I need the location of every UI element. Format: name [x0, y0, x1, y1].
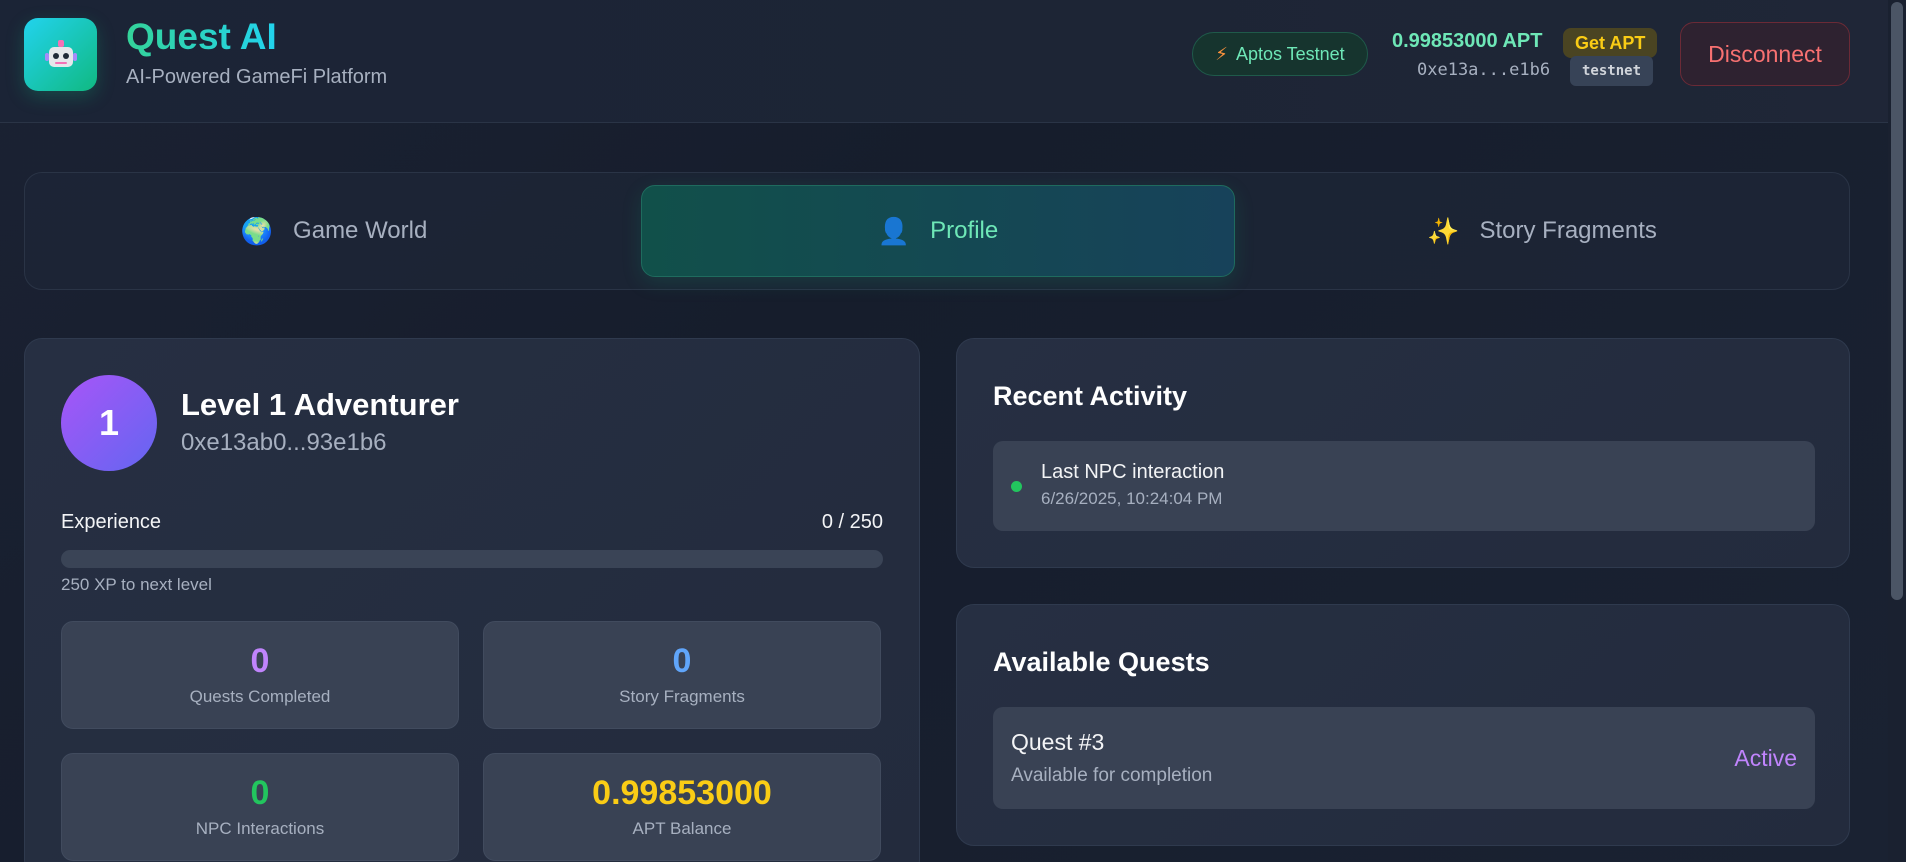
- stat-label: Story Fragments: [619, 686, 745, 706]
- sparkles-icon: ✨: [1427, 216, 1460, 246]
- level-avatar: 1: [61, 375, 157, 471]
- tab-label: Story Fragments: [1479, 217, 1657, 244]
- profile-address: 0xe13ab0...93e1b6: [181, 429, 387, 456]
- tab-label: Profile: [930, 217, 999, 244]
- user-icon: 👤: [877, 216, 911, 246]
- quest-status: Active: [1734, 745, 1797, 771]
- activity-item-title: Last NPC interaction: [1041, 461, 1225, 483]
- globe-icon: 🌍: [240, 216, 274, 246]
- experience-progress-bar: [61, 550, 883, 568]
- quest-title: Quest #3: [1011, 729, 1105, 755]
- disconnect-button[interactable]: Disconnect: [1680, 22, 1850, 86]
- profile-card: 1 Level 1 Adventurer 0xe13ab0...93e1b6 E…: [24, 338, 920, 862]
- tab-game-world[interactable]: 🌍 Game World: [37, 185, 631, 277]
- stat-npc-interactions: 0 NPC Interactions: [61, 753, 459, 861]
- tab-story-fragments[interactable]: ✨ Story Fragments: [1245, 185, 1839, 277]
- experience-label: Experience: [61, 511, 162, 533]
- network-badge: ⚡ Aptos Testnet: [1192, 32, 1368, 76]
- tab-profile[interactable]: 👤 Profile: [641, 185, 1235, 277]
- robot-logo-icon: [24, 18, 97, 91]
- stat-story-fragments: 0 Story Fragments: [483, 621, 881, 729]
- recent-activity-title: Recent Activity: [993, 381, 1188, 411]
- stat-label: APT Balance: [632, 818, 732, 838]
- stat-label: Quests Completed: [189, 686, 331, 706]
- activity-item-time: 6/26/2025, 10:24:04 PM: [1041, 489, 1223, 508]
- wallet-address: 0xe13a...e1b6: [1417, 60, 1551, 80]
- app-subtitle: AI-Powered GameFi Platform: [126, 66, 388, 88]
- activity-item: Last NPC interaction 6/26/2025, 10:24:04…: [993, 441, 1815, 531]
- available-quests-card: Available Quests Quest #3 Available for …: [956, 604, 1850, 846]
- network-tag: testnet: [1570, 56, 1654, 86]
- scrollbar-thumb[interactable]: [1891, 2, 1903, 600]
- stat-value: 0: [250, 774, 270, 813]
- quest-item[interactable]: Quest #3 Available for completion Active: [993, 707, 1815, 809]
- stat-quests-completed: 0 Quests Completed: [61, 621, 459, 729]
- app-header: Quest AI AI-Powered GameFi Platform ⚡ Ap…: [0, 0, 1888, 123]
- stat-label: NPC Interactions: [195, 818, 325, 838]
- get-apt-button[interactable]: Get APT: [1563, 28, 1658, 58]
- stat-value: 0: [672, 642, 692, 681]
- available-quests-title: Available Quests: [993, 647, 1210, 677]
- stat-value: 0: [250, 642, 270, 681]
- xp-to-next-level: 250 XP to next level: [61, 575, 212, 594]
- network-badge-label: Aptos Testnet: [1235, 43, 1345, 64]
- stat-value: 0.99853000: [592, 774, 772, 813]
- wallet-balance: 0.99853000 APT: [1392, 30, 1543, 52]
- level-title: Level 1 Adventurer: [181, 387, 459, 422]
- stat-apt-balance: 0.99853000 APT Balance: [483, 753, 881, 861]
- bolt-icon: ⚡: [1215, 43, 1228, 64]
- quest-subtitle: Available for completion: [1011, 765, 1213, 786]
- main-tabs: 🌍 Game World 👤 Profile ✨ Story Fragments: [24, 172, 1850, 290]
- page-scrollbar[interactable]: [1888, 0, 1906, 862]
- status-dot-icon: [1011, 481, 1022, 492]
- recent-activity-card: Recent Activity Last NPC interaction 6/2…: [956, 338, 1850, 568]
- tab-label: Game World: [293, 217, 428, 244]
- app-title: Quest AI: [126, 16, 277, 57]
- experience-value: 0 / 250: [821, 511, 883, 533]
